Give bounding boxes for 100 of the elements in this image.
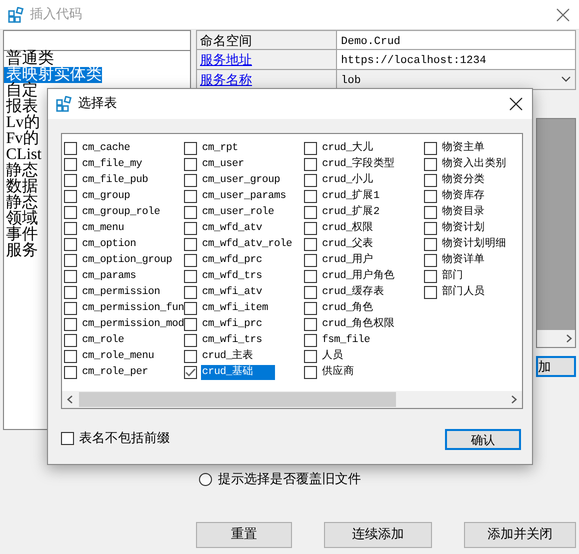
table-name[interactable]: cm_file_my xyxy=(81,156,144,172)
checkbox[interactable] xyxy=(304,254,317,266)
checkbox[interactable] xyxy=(304,158,317,170)
checkbox[interactable] xyxy=(184,254,197,266)
checkbox[interactable] xyxy=(184,142,197,154)
table-name[interactable]: crud_主表 xyxy=(201,348,254,364)
checkbox[interactable] xyxy=(304,206,317,218)
table-name[interactable]: cm_user_role xyxy=(201,204,276,220)
table-name[interactable]: 部门人员 xyxy=(441,284,486,300)
table-name[interactable]: cm_wfd_prc xyxy=(201,252,264,268)
table-name[interactable]: cm_wfi_atv xyxy=(201,284,264,300)
checkbox[interactable] xyxy=(304,270,317,282)
checkbox[interactable] xyxy=(304,334,317,346)
table-name[interactable]: crud_权限 xyxy=(321,220,374,236)
table-name[interactable]: 物资计划 xyxy=(441,220,486,236)
table-name[interactable]: cm_user_params xyxy=(201,188,288,204)
checkbox[interactable] xyxy=(184,286,197,298)
table-name[interactable]: 物资分类 xyxy=(441,172,486,188)
checkbox[interactable] xyxy=(304,190,317,202)
checkbox[interactable] xyxy=(184,334,197,346)
checkbox[interactable] xyxy=(304,142,317,154)
table-name[interactable]: cm_rpt xyxy=(201,140,240,156)
dialog-button[interactable]: 添加并关闭 xyxy=(464,522,576,548)
table-name[interactable]: crud_父表 xyxy=(321,236,374,252)
checkbox[interactable] xyxy=(304,238,317,250)
checkbox[interactable] xyxy=(64,238,77,250)
table-name[interactable]: cm_wfd_atv_role xyxy=(201,236,294,252)
table-name[interactable]: cm_wfi_prc xyxy=(201,316,264,332)
class-list-item[interactable]: 事件 xyxy=(4,227,38,243)
checkbox[interactable] xyxy=(61,432,74,446)
property-value[interactable]: https://localhost:1234 xyxy=(337,50,575,69)
class-list-item[interactable]: CList xyxy=(4,147,42,163)
class-list-item[interactable]: 报表 xyxy=(4,99,38,115)
table-name[interactable]: cm_option_group xyxy=(81,252,174,268)
table-name[interactable]: 物资库存 xyxy=(441,188,486,204)
table-name[interactable]: cm_option xyxy=(81,236,138,252)
class-list-item[interactable]: 自定 xyxy=(4,83,38,99)
checkbox[interactable] xyxy=(304,350,317,362)
checkbox[interactable] xyxy=(424,254,437,266)
scroll-right-icon[interactable] xyxy=(511,395,517,404)
checkbox[interactable] xyxy=(184,318,197,330)
class-list-item[interactable]: 普通类 xyxy=(4,51,54,67)
table-name[interactable]: 部门 xyxy=(441,268,464,284)
table-name[interactable]: crud_基础 xyxy=(201,364,276,380)
table-name[interactable]: cm_group_role xyxy=(81,204,162,220)
checkbox[interactable] xyxy=(64,158,77,170)
table-name[interactable]: crud_扩展1 xyxy=(321,188,380,204)
table-name[interactable]: cm_wfd_trs xyxy=(201,268,264,284)
table-name[interactable]: 物资计划明细 xyxy=(441,236,508,252)
checkbox[interactable] xyxy=(64,142,77,154)
table-name[interactable]: cm_params xyxy=(81,268,138,284)
table-name[interactable]: 物资入出类别 xyxy=(441,156,508,172)
checkbox[interactable] xyxy=(64,366,77,378)
table-name[interactable]: crud_小儿 xyxy=(321,172,374,188)
table-name[interactable]: crud_大儿 xyxy=(321,140,374,156)
checkbox[interactable] xyxy=(304,222,317,234)
checkbox[interactable] xyxy=(64,222,77,234)
checkbox[interactable] xyxy=(64,302,77,314)
checkbox[interactable] xyxy=(184,270,197,282)
close-icon[interactable] xyxy=(508,96,524,112)
table-name[interactable]: cm_file_pub xyxy=(81,172,150,188)
table-name[interactable]: cm_user_group xyxy=(201,172,282,188)
checkbox[interactable] xyxy=(304,174,317,186)
checkbox[interactable] xyxy=(64,334,77,346)
property-value[interactable]: Demo.Crud xyxy=(337,31,575,49)
checkbox[interactable] xyxy=(64,270,77,282)
checkbox[interactable] xyxy=(424,286,437,298)
dialog-button[interactable]: 连续添加 xyxy=(324,522,432,548)
table-name[interactable]: crud_缓存表 xyxy=(321,284,386,300)
checkbox[interactable] xyxy=(64,318,77,330)
checkbox[interactable] xyxy=(64,286,77,298)
checkbox[interactable] xyxy=(64,190,77,202)
checkbox[interactable] xyxy=(64,174,77,186)
checkbox[interactable] xyxy=(304,302,317,314)
table-name[interactable]: cm_permission_fun xyxy=(81,300,186,316)
class-list-item[interactable]: Fv的 xyxy=(4,131,39,147)
table-name[interactable]: cm_permission_mod xyxy=(81,316,186,332)
table-name[interactable]: cm_wfi_trs xyxy=(201,332,264,348)
table-name[interactable]: cm_wfd_atv xyxy=(201,220,264,236)
table-name[interactable]: cm_role_per xyxy=(81,364,150,380)
checkbox[interactable] xyxy=(304,286,317,298)
table-name[interactable]: cm_cache xyxy=(81,140,132,156)
checkbox[interactable] xyxy=(184,302,197,314)
property-link[interactable]: 服务地址 xyxy=(197,50,337,69)
class-list-item[interactable]: 静态 xyxy=(4,195,38,211)
scroll-right-icon[interactable] xyxy=(566,334,572,343)
checkbox[interactable] xyxy=(424,174,437,186)
checkbox[interactable] xyxy=(424,222,437,234)
checkbox[interactable] xyxy=(424,238,437,250)
checkbox[interactable] xyxy=(184,350,197,362)
table-name[interactable]: crud_扩展2 xyxy=(321,204,380,220)
checkbox[interactable] xyxy=(64,254,77,266)
checkbox[interactable] xyxy=(184,190,197,202)
class-list-item[interactable]: 服务 xyxy=(4,243,38,259)
scrollbar[interactable] xyxy=(62,391,522,408)
checkbox[interactable] xyxy=(424,142,437,154)
checkbox[interactable] xyxy=(184,366,197,378)
table-name[interactable]: cm_permission xyxy=(81,284,162,300)
checkbox[interactable] xyxy=(424,190,437,202)
checkbox[interactable] xyxy=(64,206,77,218)
